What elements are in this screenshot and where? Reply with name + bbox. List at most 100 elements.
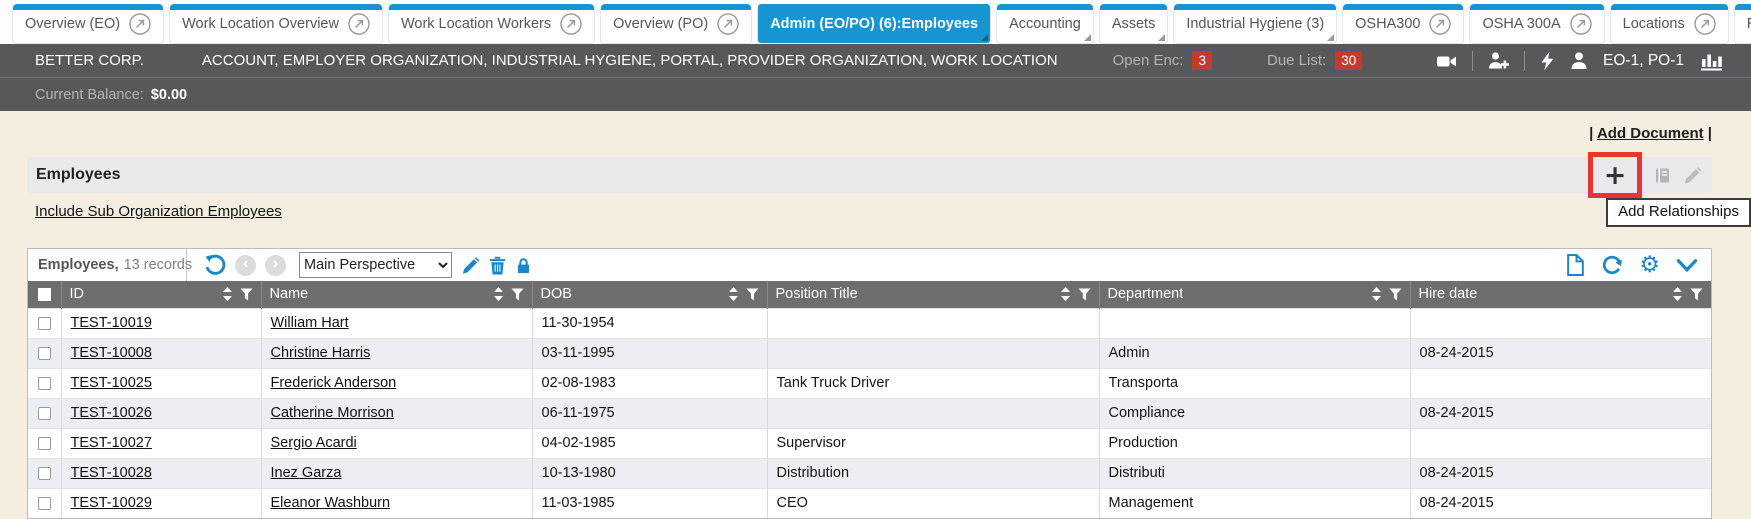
lock-icon[interactable] <box>515 256 532 275</box>
name-link[interactable]: Christine Harris <box>271 345 371 361</box>
id-link[interactable]: TEST-10026 <box>71 405 152 421</box>
edit-panel-icon[interactable] <box>1683 166 1702 185</box>
due-list-group: Due List: 30 <box>1267 51 1362 70</box>
tab-assets[interactable]: Assets <box>1099 4 1169 44</box>
open-in-new-icon[interactable] <box>1570 13 1592 35</box>
cell-position: CEO <box>767 488 1099 518</box>
sort-icon[interactable] <box>1371 287 1382 301</box>
tab-osha300[interactable]: OSHA300 <box>1342 4 1464 44</box>
table-row: TEST-10027Sergio Acardi04-02-1985Supervi… <box>28 428 1711 458</box>
open-in-new-icon[interactable] <box>1694 13 1716 35</box>
next-page-button[interactable]: › <box>265 255 286 276</box>
filter-funnel-icon[interactable] <box>240 288 253 301</box>
open-in-new-icon[interactable] <box>560 13 582 35</box>
open-in-new-icon[interactable] <box>1429 13 1451 35</box>
id-link[interactable]: TEST-10027 <box>71 435 152 451</box>
include-suborg-row: Include Sub Organization Employees <box>35 203 1751 223</box>
delete-perspective-icon[interactable] <box>489 256 506 275</box>
document-actions: | Add Document | <box>0 111 1751 143</box>
prev-page-button[interactable]: ‹ <box>235 255 256 276</box>
tab-accounting[interactable]: Accounting <box>996 4 1094 44</box>
row-checkbox[interactable] <box>38 317 51 330</box>
select-all-checkbox[interactable] <box>38 288 51 301</box>
cell-department: Management <box>1099 488 1410 518</box>
cell-id: TEST-10027 <box>61 428 261 458</box>
open-enc-badge[interactable]: 3 <box>1192 51 1212 70</box>
open-in-new-icon[interactable] <box>348 13 370 35</box>
cell-dob: 03-11-1995 <box>532 338 767 368</box>
org-name: BETTER CORP. <box>35 52 144 69</box>
tab-referred-orders[interactable]: Referred Orders <box>1734 4 1751 44</box>
tab-overview-po[interactable]: Overview (PO) <box>600 4 752 44</box>
divider <box>1472 51 1473 71</box>
cell-department: Admin <box>1099 338 1410 368</box>
sort-icon[interactable] <box>1060 287 1071 301</box>
id-link[interactable]: TEST-10008 <box>71 345 152 361</box>
tab-work-location-workers[interactable]: Work Location Workers <box>388 4 595 44</box>
filter-funnel-icon[interactable] <box>1389 288 1402 301</box>
tab-overview-eo[interactable]: Overview (EO) <box>12 4 164 44</box>
row-checkbox[interactable] <box>38 347 51 360</box>
new-document-icon[interactable] <box>1566 254 1585 276</box>
sort-icon[interactable] <box>493 287 504 301</box>
settings-gear-icon[interactable]: ⚙ <box>1639 254 1660 277</box>
sort-icon[interactable] <box>1672 287 1683 301</box>
name-link[interactable]: Eleanor Washburn <box>271 495 391 511</box>
cell-select <box>28 368 61 398</box>
add-relationships-button[interactable]: + <box>1604 162 1627 189</box>
user-icon[interactable] <box>1570 51 1588 70</box>
tab-industrial-hygiene-3[interactable]: Industrial Hygiene (3) <box>1173 4 1337 44</box>
cell-select <box>28 488 61 518</box>
name-link[interactable]: Catherine Morrison <box>271 405 394 421</box>
open-in-new-icon[interactable] <box>717 13 739 35</box>
add-person-icon[interactable] <box>1488 51 1509 70</box>
video-camera-icon[interactable] <box>1436 51 1457 71</box>
chevron-down-icon[interactable] <box>1676 258 1698 273</box>
add-document-link[interactable]: Add Document <box>1597 125 1704 142</box>
row-checkbox[interactable] <box>38 377 51 390</box>
tab-label: Admin (EO/PO) (6):Employees <box>770 16 978 32</box>
filter-funnel-icon[interactable] <box>511 288 524 301</box>
name-link[interactable]: Frederick Anderson <box>271 375 397 391</box>
tab-bar: Overview (EO)Work Location OverviewWork … <box>0 0 1751 44</box>
row-checkbox[interactable] <box>38 497 51 510</box>
edit-perspective-icon[interactable] <box>461 256 480 275</box>
include-suborg-link[interactable]: Include Sub Organization Employees <box>35 203 282 220</box>
cell-dob: 11-03-1985 <box>532 488 767 518</box>
tab-osha-300a[interactable]: OSHA 300A <box>1469 4 1604 44</box>
cell-position <box>767 308 1099 338</box>
name-link[interactable]: Inez Garza <box>271 465 342 481</box>
bar-chart-icon[interactable] <box>1699 50 1723 71</box>
filter-funnel-icon[interactable] <box>1078 288 1091 301</box>
tab-work-location-overview[interactable]: Work Location Overview <box>169 4 383 44</box>
due-list-badge[interactable]: 30 <box>1335 51 1362 70</box>
quick-actions-bolt-icon[interactable] <box>1540 51 1555 71</box>
employees-table: IDNameDOBPosition TitleDepartmentHire da… <box>28 281 1711 518</box>
row-checkbox[interactable] <box>38 437 51 450</box>
filter-funnel-icon[interactable] <box>746 288 759 301</box>
row-checkbox[interactable] <box>38 467 51 480</box>
id-link[interactable]: TEST-10029 <box>71 495 152 511</box>
id-link[interactable]: TEST-10028 <box>71 465 152 481</box>
sort-icon[interactable] <box>728 287 739 301</box>
open-in-new-icon[interactable] <box>129 13 151 35</box>
cell-hire_date: 08-24-2015 <box>1410 458 1711 488</box>
cell-hire_date: 08-24-2015 <box>1410 338 1711 368</box>
row-checkbox[interactable] <box>38 407 51 420</box>
catalog-icon[interactable] <box>1653 166 1672 185</box>
filter-funnel-icon[interactable] <box>1690 288 1703 301</box>
cell-name: Eleanor Washburn <box>261 488 532 518</box>
name-link[interactable]: Sergio Acardi <box>271 435 357 451</box>
tab-locations[interactable]: Locations <box>1610 4 1729 44</box>
cell-name: Inez Garza <box>261 458 532 488</box>
refresh-icon[interactable] <box>1601 254 1623 276</box>
id-link[interactable]: TEST-10019 <box>71 315 152 331</box>
sort-icon[interactable] <box>222 287 233 301</box>
perspective-select[interactable]: Main Perspective <box>299 252 452 278</box>
id-link[interactable]: TEST-10025 <box>71 375 152 391</box>
tab-admin-eo-po-6-employees[interactable]: Admin (EO/PO) (6):Employees <box>757 4 991 44</box>
table-row: TEST-10019William Hart11-30-1954 <box>28 308 1711 338</box>
undo-icon[interactable] <box>203 254 226 277</box>
name-link[interactable]: William Hart <box>271 315 349 331</box>
tab-label: Industrial Hygiene (3) <box>1186 16 1324 32</box>
